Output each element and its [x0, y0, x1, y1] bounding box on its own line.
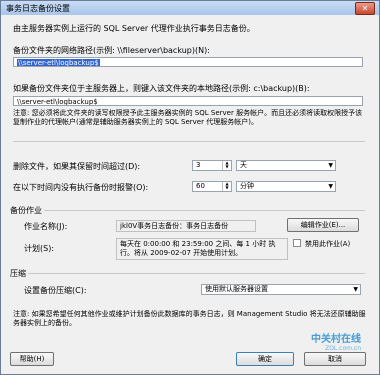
schedule-field: 每天在 0:00:00 和 23:59:00 之间、每 1 小时 执行。将从 2… [116, 238, 288, 260]
section-divider [28, 273, 365, 274]
chevron-down-icon: ▼ [353, 286, 358, 293]
alert-spinner[interactable]: 60 ▲ ▼ [192, 181, 232, 192]
cancel-button[interactable]: 取消 [304, 352, 366, 366]
edit-job-button[interactable]: 编辑作业(E)... [287, 218, 359, 232]
delete-files-label: 删除文件，如果其保留时间超过(D): [13, 162, 141, 171]
network-path-input[interactable]: \\server-etl\logbackup$ [13, 57, 363, 67]
watermark-sub: ZOL.com.cn [325, 345, 361, 352]
compression-select[interactable]: 使用默认服务器设置 ▼ [201, 284, 361, 295]
delete-files-spinner[interactable]: 3 ▲ ▼ [192, 160, 232, 171]
compression-section-title: 压缩 [10, 269, 26, 278]
watermark-main: 中关村在线 [311, 334, 361, 345]
restore-note: 注意: 如果您希望任何其他作业或维护计划备份此数据库的事务日志，则 Manage… [13, 310, 366, 327]
log-backup-settings-dialog: 事务日志备份设置 ✕ 由主服务器实例上运行的 SQL Server 代理作业执行… [0, 0, 380, 375]
dialog-body: 由主服务器实例上运行的 SQL Server 代理作业执行事务日志备份。 备份文… [4, 17, 376, 372]
compression-label: 设置备份压缩(C): [24, 286, 87, 295]
delete-files-unit-select[interactable]: 天 ▼ [236, 160, 336, 171]
network-path-value: \\server-etl\logbackup$ [17, 59, 100, 67]
alert-value: 60 [196, 182, 205, 190]
window-title: 事务日志备份设置 [6, 4, 70, 13]
disable-job-checkbox[interactable] [293, 239, 301, 247]
alert-label: 在以下时间内没有执行备份时报警(O): [13, 183, 149, 192]
alert-unit-select[interactable]: 分钟 ▼ [236, 181, 336, 192]
chevron-down-icon: ▼ [328, 183, 333, 190]
close-button[interactable]: ✕ [355, 2, 375, 15]
intro-text: 由主服务器实例上运行的 SQL Server 代理作业执行事务日志备份。 [13, 24, 255, 33]
delete-files-unit-value: 天 [240, 161, 247, 169]
title-bar[interactable]: 事务日志备份设置 ✕ [1, 1, 379, 15]
job-name-label: 作业名称(J): [24, 222, 68, 231]
local-path-input[interactable]: \\server-etl\logbackup$ [13, 96, 363, 106]
site-watermark: 中关村在线 ZOL.com.cn [311, 330, 361, 352]
job-name-field: jkl0V事务日志备份：事务日志备份 [116, 220, 256, 232]
compression-value: 使用默认服务器设置 [205, 285, 268, 293]
backup-job-section-title: 备份作业 [10, 206, 42, 215]
delete-files-value: 3 [196, 161, 201, 169]
spinner-arrows-icon[interactable]: ▲ ▼ [222, 182, 231, 191]
alert-unit-value: 分钟 [240, 182, 254, 190]
section-divider [44, 210, 365, 211]
chevron-down-icon: ▼ [328, 162, 333, 169]
network-path-label: 备份文件夹的网络路径(示例: \\fileserver\backup)(N): [13, 46, 210, 55]
spinner-arrows-icon[interactable]: ▲ ▼ [222, 161, 231, 170]
disable-job-label: 禁用此作业(A) [305, 240, 351, 248]
help-button[interactable]: 帮助(H) [10, 352, 54, 366]
divider [13, 141, 365, 142]
ok-button[interactable]: 确定 [236, 352, 294, 366]
schedule-label: 计划(S): [24, 244, 55, 253]
local-path-label: 如果备份文件夹位于主服务器上，则键入该文件夹的本地路径(示例: c:\backu… [13, 84, 310, 93]
permissions-note: 注意: 您必须将此文件夹的读写权限授予此主服务器实例的 SQL Server 服… [13, 109, 363, 126]
